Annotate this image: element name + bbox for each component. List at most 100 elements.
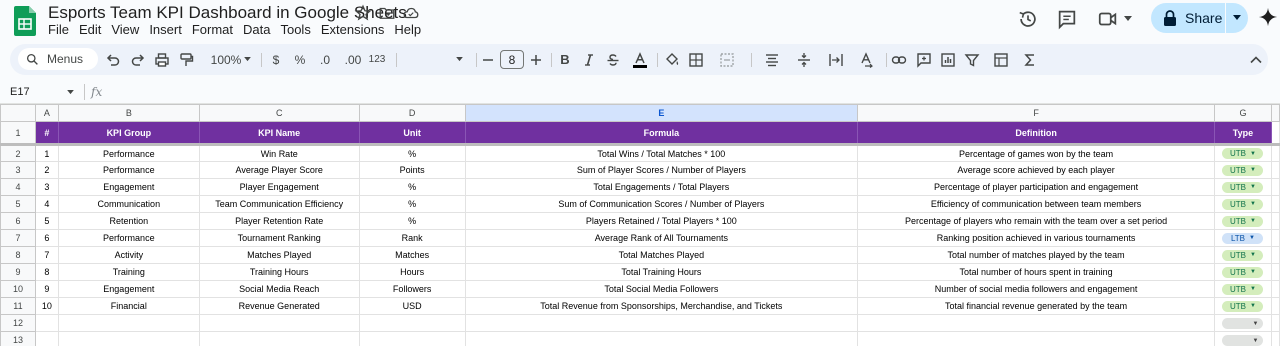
borders-button[interactable] xyxy=(687,51,705,68)
cell-formula[interactable]: Total Revenue from Sponsorships, Merchan… xyxy=(464,297,859,315)
header-cell-kpi-group[interactable]: KPI Group xyxy=(57,121,200,145)
type-dropdown-chip[interactable]: UTB ▼ xyxy=(1222,181,1264,193)
currency-button[interactable]: $ xyxy=(268,51,284,68)
cell-kpi-name[interactable]: Player Retention Rate xyxy=(198,212,360,230)
cell-definition[interactable]: Percentage of players who remain with th… xyxy=(857,212,1215,230)
filter-button[interactable] xyxy=(963,51,981,68)
text-color-button[interactable] xyxy=(630,51,650,68)
cell[interactable] xyxy=(1270,263,1280,281)
cell-unit[interactable] xyxy=(358,314,466,332)
cell-formula[interactable]: Total Matches Played xyxy=(464,246,859,264)
paint-format-button[interactable] xyxy=(177,51,195,68)
row-header[interactable]: 13 xyxy=(0,331,36,346)
cell-type[interactable]: UTB ▼ xyxy=(1213,195,1272,213)
cell[interactable] xyxy=(1270,280,1280,298)
row-header[interactable]: 3 xyxy=(0,161,36,179)
increase-decimal-button[interactable]: .00 xyxy=(341,51,365,68)
menu-edit[interactable]: Edit xyxy=(79,22,107,37)
text-wrap-button[interactable] xyxy=(822,51,850,68)
decrease-decimal-button[interactable]: .0 xyxy=(314,51,336,68)
cell[interactable] xyxy=(1270,161,1280,179)
header-cell-kpi-name[interactable]: KPI Name xyxy=(198,121,360,145)
font-size-input[interactable]: 8 xyxy=(500,50,524,69)
cell-definition[interactable]: Ranking position achieved in various tou… xyxy=(857,229,1215,247)
cell-number[interactable] xyxy=(34,331,59,346)
cell-unit[interactable]: Points xyxy=(358,161,466,179)
cell-kpi-group[interactable]: Training xyxy=(57,263,200,281)
cell-type[interactable]: UTB ▼ xyxy=(1213,143,1272,162)
cell-kpi-group[interactable]: Retention xyxy=(57,212,200,230)
cell-definition[interactable]: Average score achieved by each player xyxy=(857,161,1215,179)
cell-unit[interactable]: % xyxy=(358,212,466,230)
type-dropdown-chip[interactable]: UTB ▼ xyxy=(1222,164,1264,176)
filter-views-button[interactable] xyxy=(987,51,1015,68)
cell-definition[interactable] xyxy=(857,314,1215,332)
column-header-a[interactable]: A xyxy=(34,104,59,122)
cell-number[interactable]: 9 xyxy=(34,280,59,298)
cloud-status-icon[interactable] xyxy=(402,4,420,22)
cell-kpi-name[interactable]: Training Hours xyxy=(198,263,360,281)
star-icon[interactable] xyxy=(354,4,372,22)
cell-kpi-name[interactable]: Matches Played xyxy=(198,246,360,264)
header-cell-type[interactable]: Type xyxy=(1213,121,1272,145)
sheets-logo-icon[interactable] xyxy=(14,6,36,36)
menu-format[interactable]: Format xyxy=(192,22,239,37)
menu-data[interactable]: Data xyxy=(243,22,276,37)
row-header[interactable]: 12 xyxy=(0,314,36,332)
cell-unit[interactable]: USD xyxy=(358,297,466,315)
cell-type[interactable]: UTB ▼ xyxy=(1213,263,1272,281)
font-size-increase-button[interactable] xyxy=(528,51,544,68)
cell-kpi-name[interactable]: Social Media Reach xyxy=(198,280,360,298)
document-title[interactable]: Esports Team KPI Dashboard in Google She… xyxy=(48,3,407,23)
cell-definition[interactable]: Efficiency of communication between team… xyxy=(857,195,1215,213)
cell-kpi-group[interactable]: Engagement xyxy=(57,178,200,196)
row-header[interactable]: 10 xyxy=(0,280,36,298)
cell-type[interactable]: UTB ▼ xyxy=(1213,280,1272,298)
cell-kpi-name[interactable]: Revenue Generated xyxy=(198,297,360,315)
cell-kpi-group[interactable]: Activity xyxy=(57,246,200,264)
cell-formula[interactable] xyxy=(464,331,859,346)
cell-definition[interactable]: Percentage of games won by the team xyxy=(857,143,1215,162)
type-dropdown-chip[interactable]: UTB ▼ xyxy=(1222,148,1264,159)
header-cell-number[interactable]: # xyxy=(34,121,59,145)
formula-input[interactable] xyxy=(112,84,1272,100)
cell-kpi-group[interactable] xyxy=(57,331,200,346)
select-all-corner[interactable] xyxy=(0,104,36,122)
cell-number[interactable]: 7 xyxy=(34,246,59,264)
cell-formula[interactable]: Total Training Hours xyxy=(464,263,859,281)
horizontal-align-button[interactable] xyxy=(758,51,786,68)
cell[interactable] xyxy=(1270,178,1280,196)
column-header-b[interactable]: B xyxy=(57,104,200,122)
italic-button[interactable] xyxy=(581,51,597,68)
percent-button[interactable]: % xyxy=(292,51,308,68)
row-header[interactable]: 11 xyxy=(0,297,36,315)
column-header-f[interactable]: F xyxy=(857,104,1215,122)
cell[interactable] xyxy=(1270,229,1280,247)
row-header[interactable]: 9 xyxy=(0,263,36,281)
type-dropdown-chip[interactable]: UTB ▼ xyxy=(1222,198,1264,210)
type-dropdown-chip[interactable]: UTB ▼ xyxy=(1222,215,1264,227)
cell-definition[interactable]: Total number of hours spent in training xyxy=(857,263,1215,281)
cell-type[interactable]: UTB ▼ xyxy=(1213,246,1272,264)
header-cell-formula[interactable]: Formula xyxy=(464,121,859,145)
gemini-icon[interactable] xyxy=(1257,6,1279,28)
row-header[interactable]: 2 xyxy=(0,143,36,162)
cell-formula[interactable]: Total Wins / Total Matches * 100 xyxy=(464,143,859,162)
cell-number[interactable]: 1 xyxy=(34,143,59,162)
empty-dropdown-chip[interactable]: ▼ xyxy=(1222,335,1264,346)
cell-kpi-group[interactable]: Performance xyxy=(57,229,200,247)
cell-kpi-name[interactable] xyxy=(198,314,360,332)
cell[interactable] xyxy=(1270,314,1280,332)
cell[interactable] xyxy=(1270,246,1280,264)
header-cell-unit[interactable]: Unit xyxy=(358,121,466,145)
cell-kpi-group[interactable]: Communication xyxy=(57,195,200,213)
cell-unit[interactable]: Rank xyxy=(358,229,466,247)
number-format-button[interactable]: 123 xyxy=(366,51,388,68)
column-header-h[interactable] xyxy=(1270,104,1280,122)
cell-kpi-name[interactable]: Player Engagement xyxy=(198,178,360,196)
cell-type[interactable]: ▼ xyxy=(1213,314,1272,332)
cell-formula[interactable]: Average Rank of All Tournaments xyxy=(464,229,859,247)
cell-number[interactable]: 8 xyxy=(34,263,59,281)
share-dropdown[interactable] xyxy=(1226,3,1248,33)
insert-link-button[interactable] xyxy=(890,51,908,68)
